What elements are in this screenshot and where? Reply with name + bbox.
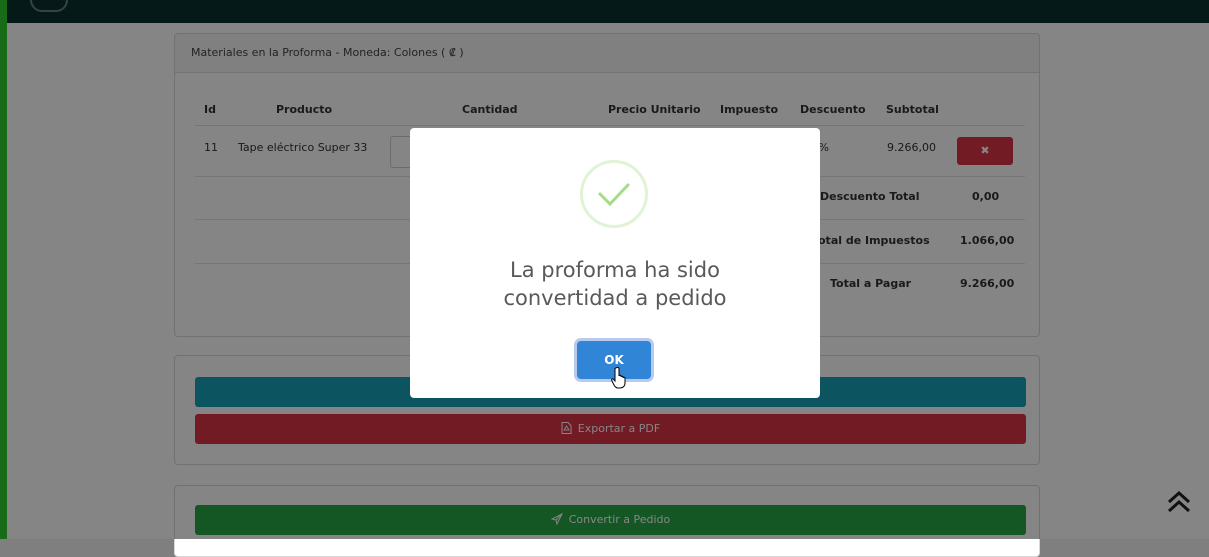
success-dialog: La proforma ha sido convertidad a pedido… <box>410 128 820 398</box>
dialog-title-line-2: convertidad a pedido <box>503 286 727 310</box>
dialog-title-line-1: La proforma ha sido <box>510 258 720 282</box>
success-check-icon <box>580 160 648 228</box>
hand-cursor-icon <box>611 366 626 389</box>
dialog-title: La proforma ha sido convertidad a pedido <box>410 256 820 312</box>
